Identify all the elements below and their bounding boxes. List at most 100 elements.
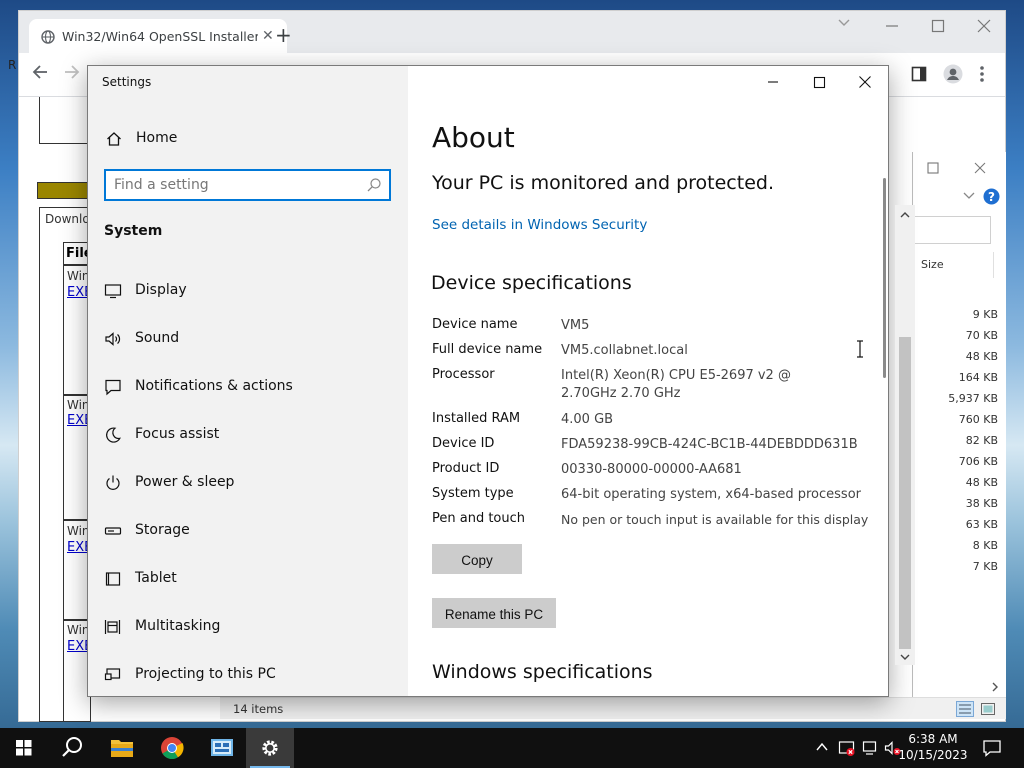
spec-key: Device ID	[432, 436, 495, 451]
notification-icon	[104, 378, 122, 396]
content-scrollbar-thumb[interactable]	[883, 178, 886, 378]
spec-key: Device name	[432, 317, 518, 332]
search-input[interactable]	[114, 176, 354, 194]
search-icon[interactable]	[366, 177, 382, 193]
size-cell: 70 KB	[965, 329, 998, 342]
explorer-status-bar: 14 items	[220, 697, 1006, 719]
sidebar-item-storage[interactable]: Storage	[104, 520, 394, 542]
copy-button[interactable]: Copy	[432, 544, 522, 574]
rename-pc-button[interactable]: Rename this PC	[432, 598, 556, 628]
spec-key: Product ID	[432, 461, 500, 476]
home-label: Home	[136, 130, 178, 146]
column-divider	[993, 252, 994, 278]
sidebar-item-sound[interactable]: Sound	[104, 328, 394, 350]
chevron-down-icon[interactable]	[900, 653, 910, 661]
home-nav-item[interactable]: Home	[104, 130, 384, 150]
browser-tabstrip: Win32/Win64 OpenSSL Installer ✕ +	[19, 11, 1005, 53]
control-panel-icon[interactable]	[198, 728, 246, 768]
edge-text: R	[8, 58, 17, 72]
chrome-icon[interactable]	[148, 728, 196, 768]
back-arrow-icon[interactable]	[31, 63, 49, 81]
close-icon[interactable]	[977, 19, 991, 33]
tab-close-icon[interactable]: ✕	[262, 28, 274, 44]
forward-arrow-icon[interactable]	[63, 63, 81, 81]
sidebar-item-label: Power & sleep	[135, 474, 235, 490]
maximize-icon[interactable]	[927, 162, 939, 174]
size-cell: 164 KB	[958, 371, 998, 384]
size-cell: 5,937 KB	[948, 392, 998, 405]
profile-avatar-icon[interactable]	[943, 64, 963, 84]
sidebar-item-label: Display	[135, 282, 187, 298]
start-button[interactable]	[0, 728, 48, 768]
details-view-icon[interactable]	[956, 701, 974, 717]
size-cell: 760 KB	[958, 413, 998, 426]
settings-gear-icon[interactable]	[246, 728, 294, 768]
more-menu-icon[interactable]	[979, 65, 985, 83]
sidepanel-icon[interactable]	[911, 66, 927, 82]
large-icons-view-icon[interactable]	[980, 701, 996, 717]
tab-title: Win32/Win64 OpenSSL Installer	[62, 29, 258, 44]
spec-value: VM5	[561, 318, 590, 333]
size-cell: 48 KB	[965, 476, 998, 489]
windows-security-link[interactable]: See details in Windows Security	[432, 217, 647, 233]
chevron-right-icon[interactable]	[991, 682, 999, 692]
spec-value: 64-bit operating system, x64-based proce…	[561, 487, 861, 502]
search-icon[interactable]	[48, 728, 96, 768]
explorer-search-input[interactable]	[913, 216, 991, 244]
network-icon[interactable]	[862, 739, 880, 757]
page-scrollbar-thumb[interactable]	[899, 337, 911, 649]
clock[interactable]: 6:38 AM 10/15/2023	[898, 731, 968, 763]
sidebar-item-label: Multitasking	[135, 618, 221, 634]
size-cell: 9 KB	[972, 308, 998, 321]
sidebar-item-display[interactable]: Display	[104, 280, 394, 302]
window-title: Settings	[102, 75, 152, 89]
sidebar-item-label: Storage	[135, 522, 190, 538]
settings-search[interactable]	[104, 169, 391, 201]
new-tab-button[interactable]: +	[275, 25, 292, 45]
sidebar-item-power-sleep[interactable]: Power & sleep	[104, 472, 394, 494]
windows-specifications-heading: Windows specifications	[432, 661, 653, 683]
chevron-down-icon[interactable]	[963, 192, 975, 200]
spec-key: System type	[432, 486, 514, 501]
chevron-up-icon[interactable]	[900, 211, 910, 219]
time-text: 6:38 AM	[908, 732, 958, 746]
spec-value: Intel(R) Xeon(R) CPU E5-2697 v2 @ 2.70GH…	[561, 368, 791, 401]
page-box	[39, 97, 91, 144]
sidebar-item-label: Tablet	[135, 570, 177, 586]
security-tray-icon[interactable]	[838, 739, 856, 757]
spec-value: No pen or touch input is available for t…	[561, 512, 869, 527]
protection-status: Your PC is monitored and protected.	[432, 172, 774, 194]
settings-content: About Your PC is monitored and protected…	[408, 66, 888, 696]
multitasking-icon	[104, 618, 122, 636]
help-icon[interactable]: ?	[983, 188, 1000, 205]
spec-value: 00330-80000-00000-AA681	[561, 462, 742, 477]
file-explorer-icon[interactable]	[98, 728, 146, 768]
maximize-icon[interactable]	[931, 19, 945, 33]
tab-search-icon[interactable]	[837, 15, 851, 29]
size-cell: 63 KB	[965, 518, 998, 531]
size-cell: 38 KB	[965, 497, 998, 510]
chevron-up-icon[interactable]	[816, 742, 828, 752]
storage-icon	[104, 522, 122, 540]
size-column-header[interactable]: Size	[921, 258, 944, 271]
sidebar-item-projecting[interactable]: Projecting to this PC	[104, 664, 394, 686]
moon-icon	[104, 426, 122, 444]
display-icon	[104, 282, 122, 300]
maximize-icon[interactable]	[804, 74, 834, 94]
close-icon[interactable]	[974, 162, 986, 174]
spec-key: Processor	[432, 367, 495, 382]
page-scrollbar-track[interactable]	[895, 205, 915, 665]
sidebar-item-notifications[interactable]: Notifications & actions	[104, 376, 394, 398]
tablet-icon	[104, 570, 122, 588]
sidebar-item-multitasking[interactable]: Multitasking	[104, 616, 394, 638]
sidebar-item-tablet[interactable]: Tablet	[104, 568, 394, 590]
minimize-icon[interactable]	[885, 19, 899, 33]
size-cell: 48 KB	[965, 350, 998, 363]
minimize-icon[interactable]	[758, 74, 788, 94]
browser-tab[interactable]: Win32/Win64 OpenSSL Installer ✕	[29, 19, 287, 53]
close-icon[interactable]	[850, 74, 880, 94]
notification-center-icon[interactable]	[982, 738, 1002, 758]
globe-icon	[41, 30, 55, 44]
sidebar-item-focus-assist[interactable]: Focus assist	[104, 424, 394, 446]
size-cell: 706 KB	[958, 455, 998, 468]
